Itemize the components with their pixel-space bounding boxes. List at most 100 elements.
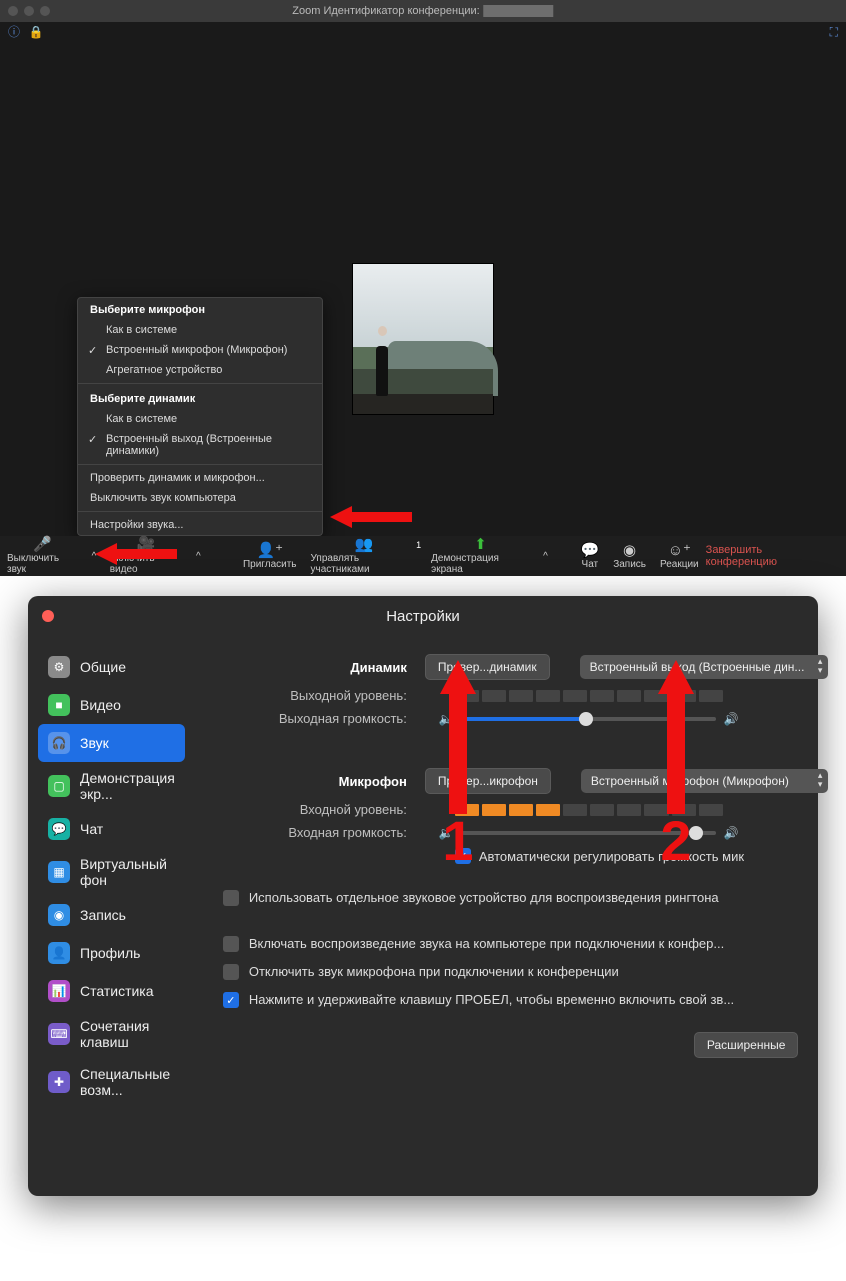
sidebar-item[interactable]: 💬 Чат: [38, 810, 185, 848]
encryption-icon[interactable]: 🔒: [28, 25, 43, 39]
invite-button[interactable]: 👤⁺ Пригласить: [236, 536, 304, 576]
sidebar-label: Общие: [80, 659, 126, 675]
auto-volume-label: Автоматически регулировать громкость мик: [479, 849, 744, 864]
menu-mic-item[interactable]: Агрегатное устройство: [78, 360, 322, 380]
microphone-icon: 🎤: [33, 537, 52, 552]
menu-mic-item[interactable]: Как в системе: [78, 320, 322, 340]
output-level-meter: [455, 690, 723, 702]
participants-button[interactable]: 👥 1 Управлять участниками: [304, 536, 425, 576]
window-title: Zoom Идентификатор конференции:: [292, 5, 479, 17]
participants-icon: 👥: [354, 537, 373, 552]
mute-caret[interactable]: ^: [85, 536, 102, 576]
sidebar-item[interactable]: ▦Виртуальный фон: [38, 848, 185, 896]
volume-high-icon: 🔊: [724, 712, 739, 726]
speaker-label: Динамик: [215, 660, 425, 675]
sidebar-item[interactable]: ⚙Общие: [38, 648, 185, 686]
menu-spk-item[interactable]: Как в системе: [78, 409, 322, 429]
sidebar-label: Сочетания клавиш: [80, 1018, 175, 1050]
info-bar: ⓘ 🔒 ⛶: [0, 22, 846, 42]
settings-titlebar: Настройки: [28, 596, 818, 636]
titlebar: Zoom Идентификатор конференции:: [0, 0, 846, 22]
zoom-meeting-window: Zoom Идентификатор конференции: ⓘ 🔒 ⛶ Вы…: [0, 0, 846, 576]
ringtone-device-checkbox[interactable]: [223, 890, 239, 906]
sidebar-icon: 💬: [48, 818, 70, 840]
end-meeting-button[interactable]: Завершить конференцию: [706, 544, 846, 568]
participants-count: 1: [416, 540, 421, 550]
close-button[interactable]: [42, 610, 54, 622]
sidebar-item[interactable]: ■Видео: [38, 686, 185, 724]
join-audio-checkbox[interactable]: [223, 936, 239, 952]
mute-button[interactable]: 🎤 Выключить звук: [0, 536, 85, 576]
sidebar-item[interactable]: 🎧 Звук: [38, 724, 185, 762]
sidebar-icon: ✚: [48, 1071, 70, 1093]
mute-on-join-checkbox[interactable]: [223, 964, 239, 980]
output-volume-slider[interactable]: [462, 717, 716, 721]
video-caret[interactable]: ^: [190, 536, 207, 576]
auto-volume-checkbox[interactable]: ✓: [455, 848, 471, 864]
mic-label: Микрофон: [215, 774, 425, 789]
camera-icon: 🎥: [137, 537, 156, 552]
sidebar-label: Специальные возм...: [80, 1066, 175, 1098]
participant-video[interactable]: [352, 263, 494, 415]
sidebar-label: Профиль: [80, 945, 140, 961]
menu-spk-item[interactable]: Встроенный выход (Встроенные динамики): [78, 429, 322, 461]
sidebar-label: Чат: [80, 821, 103, 837]
sidebar-item[interactable]: ⌨Сочетания клавиш: [38, 1010, 185, 1058]
sidebar-label: Запись: [80, 907, 126, 923]
input-volume-slider[interactable]: [462, 831, 716, 835]
settings-title: Настройки: [386, 608, 460, 625]
sidebar-icon: 📊: [48, 980, 70, 1002]
output-volume-label: Выходная громкость:: [215, 711, 425, 726]
sidebar-item[interactable]: 👤Профиль: [38, 934, 185, 972]
settings-sidebar: ⚙Общие■Видео 🎧 Звук ▢ Демонстрация экр... 💬 Ча…: [28, 636, 195, 1106]
menu-mute-computer[interactable]: Выключить звук компьютера: [78, 488, 322, 508]
audio-context-menu: Выберите микрофон Как в системе Встроенн…: [77, 297, 323, 536]
menu-header-mic: Выберите микрофон: [78, 298, 322, 320]
invite-icon: 👤⁺: [256, 543, 283, 558]
join-audio-label: Включать воспроизведение звука на компью…: [249, 936, 724, 951]
menu-audio-settings[interactable]: Настройки звука...: [78, 515, 322, 535]
volume-low-icon: 🔈: [439, 712, 454, 726]
sidebar-item[interactable]: 📊 Статистика: [38, 972, 185, 1010]
push-to-talk-checkbox[interactable]: ✓: [223, 992, 239, 1008]
sidebar-item[interactable]: ▢ Демонстрация экр...: [38, 762, 185, 810]
info-icon[interactable]: ⓘ: [8, 25, 20, 39]
chat-button[interactable]: 💬 Чат: [574, 536, 607, 576]
share-icon: ⬆: [474, 537, 487, 552]
volume-high-icon: 🔊: [724, 826, 739, 840]
traffic-lights[interactable]: [0, 6, 50, 16]
menu-test-audio[interactable]: Проверить динамик и микрофон...: [78, 468, 322, 488]
output-level-label: Выходной уровень:: [215, 688, 425, 703]
input-level-label: Входной уровень:: [215, 802, 425, 817]
mute-on-join-label: Отключить звук микрофона при подключении…: [249, 964, 619, 979]
advanced-button[interactable]: Расширенные: [694, 1032, 799, 1058]
meeting-id-redacted: [484, 5, 554, 17]
record-icon: ◉: [623, 543, 636, 558]
push-to-talk-label: Нажмите и удерживайте клавишу ПРОБЕЛ, чт…: [249, 992, 734, 1007]
video-button[interactable]: 🎥 Включить видео: [103, 536, 190, 576]
share-caret[interactable]: ^: [537, 536, 554, 576]
ringtone-device-label: Использовать отдельное звуковое устройст…: [249, 890, 719, 905]
settings-window: Настройки ⚙Общие■Видео 🎧 Звук ▢ Демонстрация…: [28, 596, 818, 1196]
mic-device-select[interactable]: Встроенный микрофон (Микрофон) ▴▾: [581, 769, 829, 793]
sidebar-label: Демонстрация экр...: [80, 770, 175, 802]
sidebar-icon: ■: [48, 694, 70, 716]
sidebar-label: Статистика: [80, 983, 154, 999]
sidebar-item[interactable]: ◉ Запись: [38, 896, 185, 934]
share-screen-button[interactable]: ⬆ Демонстрация экрана: [424, 536, 537, 576]
volume-low-icon: 🔈: [439, 826, 454, 840]
speaker-device-select[interactable]: Встроенный выход (Встроенные дин... ▴▾: [580, 655, 829, 679]
test-speaker-button[interactable]: Провер...динамик: [425, 654, 550, 680]
menu-mic-item[interactable]: Встроенный микрофон (Микрофон): [78, 340, 322, 360]
sidebar-icon: ◉: [48, 904, 70, 926]
record-button[interactable]: ◉ Запись: [606, 536, 653, 576]
sidebar-label: Виртуальный фон: [80, 856, 175, 888]
reactions-button[interactable]: ☺⁺ Реакции: [653, 536, 706, 576]
sidebar-item[interactable]: ✚ Специальные возм...: [38, 1058, 185, 1106]
sidebar-icon: 🎧: [48, 732, 70, 754]
sidebar-icon: ▢: [48, 775, 70, 797]
sidebar-label: Звук: [80, 735, 109, 751]
meeting-toolbar: 🎤 Выключить звук ^ 🎥 Включить видео ^ 👤⁺…: [0, 536, 846, 576]
test-mic-button[interactable]: Провер...икрофон: [425, 768, 551, 794]
fullscreen-icon[interactable]: ⛶: [830, 25, 838, 40]
